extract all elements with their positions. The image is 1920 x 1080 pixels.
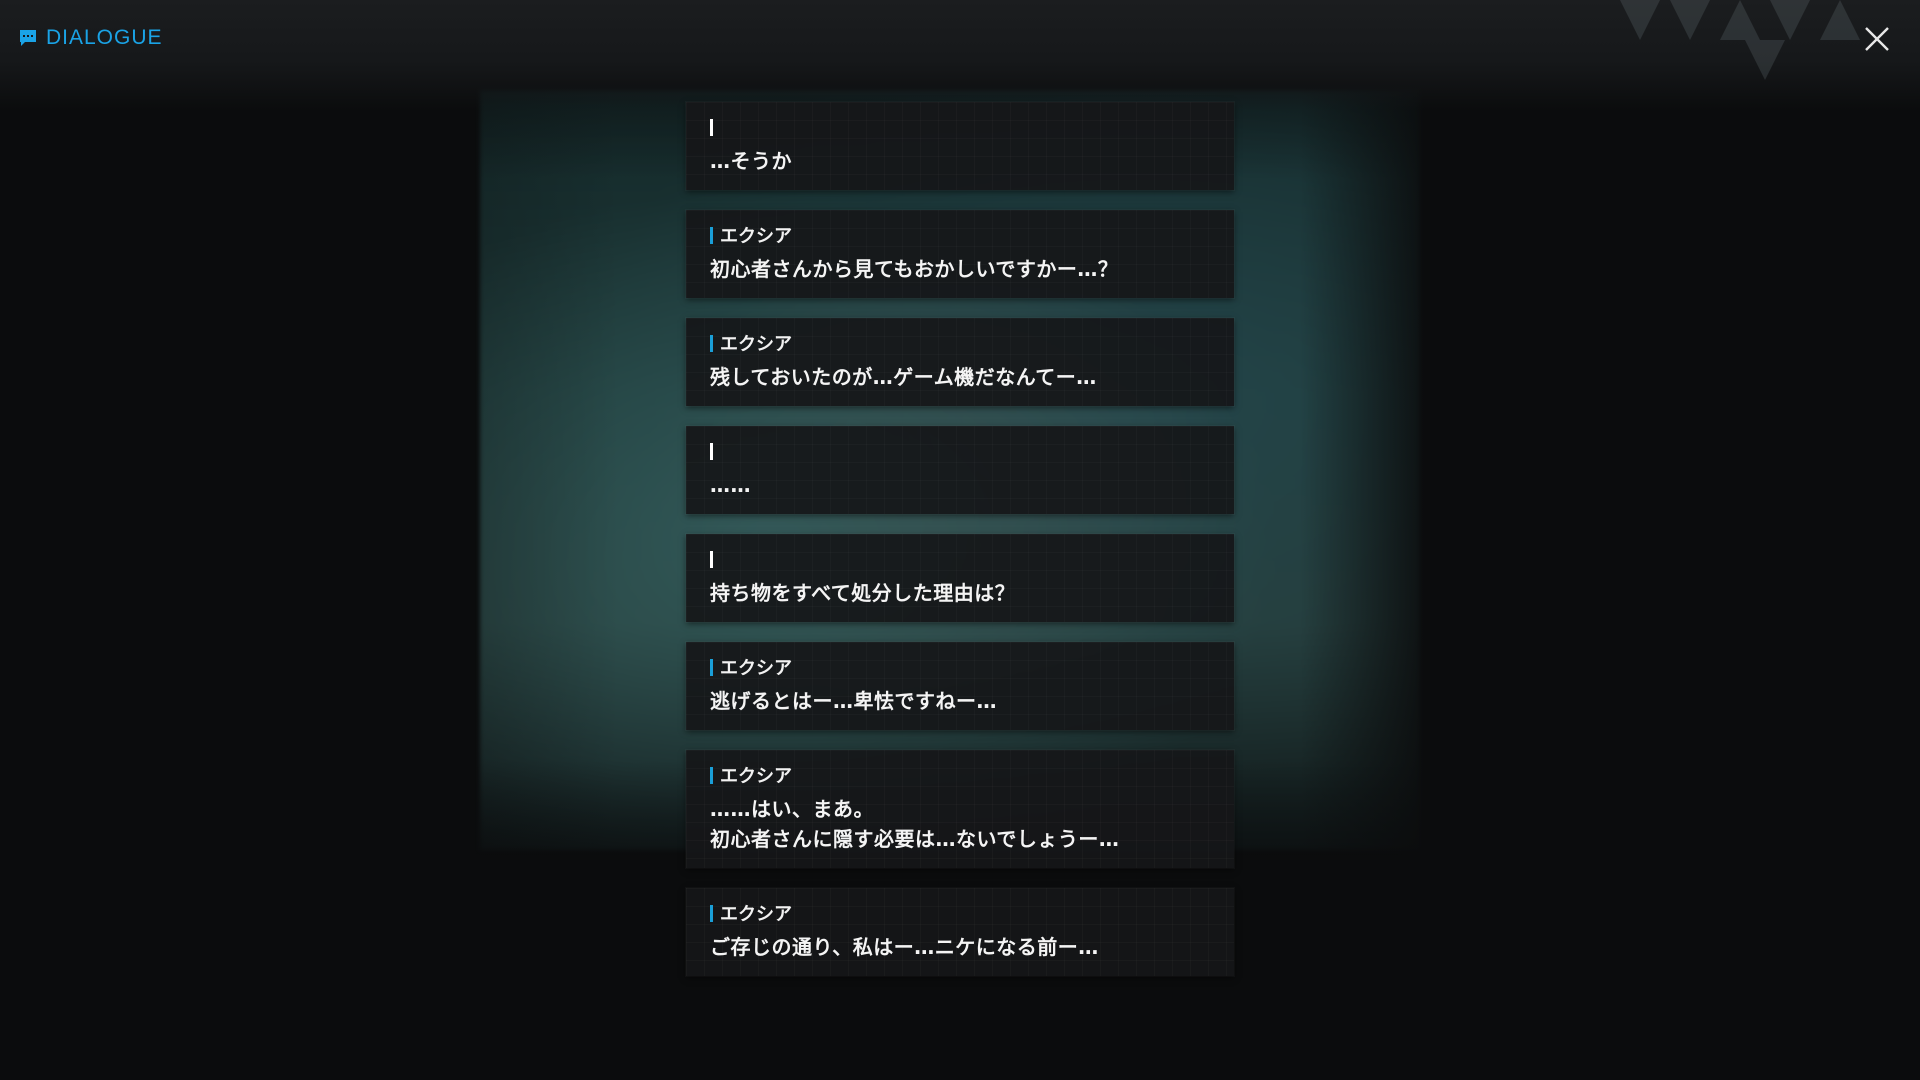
player-marker xyxy=(710,550,713,568)
close-button[interactable] xyxy=(1860,22,1894,56)
dialogue-entry: エクシア ……はい、まあ。 初心者さんに隠す必要は…ないでしょうー… xyxy=(686,750,1234,868)
dialogue-entry: エクシア ご存じの通り、私はー…ニケになる前ー… xyxy=(686,888,1234,976)
dialogue-text: …… xyxy=(710,473,751,497)
speaker-row xyxy=(710,116,1210,138)
dialogue-entry: …… xyxy=(686,426,1234,514)
dialogue-text: …そうか xyxy=(710,149,792,173)
dialogue-entry: エクシア 残しておいたのが…ゲーム機だなんてー… xyxy=(686,318,1234,406)
speaker-row: エクシア xyxy=(710,764,1210,787)
dialogue-text: ご存じの通り、私はー…ニケになる前ー… xyxy=(710,935,1099,959)
dialogue-text: 逃げるとはー…卑怯ですねー… xyxy=(710,689,997,713)
speaker-row: エクシア xyxy=(710,902,1210,925)
dialogue-list[interactable]: …そうか エクシア 初心者さんから見てもおかしいですかー…？ エクシア 残してお… xyxy=(686,102,1234,976)
speaker-row xyxy=(710,440,1210,462)
dialogue-entry: エクシア 逃げるとはー…卑怯ですねー… xyxy=(686,642,1234,730)
speaker-row: エクシア xyxy=(710,656,1210,679)
player-marker xyxy=(710,118,713,136)
close-icon xyxy=(1865,27,1889,51)
dialogue-text: 持ち物をすべて処分した理由は？ xyxy=(710,581,1016,605)
speaker-name: エクシア xyxy=(720,904,792,925)
speaker-name: エクシア xyxy=(720,334,792,355)
dialogue-text: 初心者さんから見てもおかしいですかー…？ xyxy=(710,257,1119,281)
speaker-row xyxy=(710,548,1210,570)
dialogue-entry: 持ち物をすべて処分した理由は？ xyxy=(686,534,1234,622)
speaker-marker xyxy=(710,658,713,676)
player-marker xyxy=(710,442,713,460)
speaker-row: エクシア xyxy=(710,332,1210,355)
page-title: DIALOGUE xyxy=(46,26,163,49)
dialogue-entry: エクシア 初心者さんから見てもおかしいですかー…？ xyxy=(686,210,1234,298)
speaker-name: エクシア xyxy=(720,766,792,787)
decorative-triangles-icon xyxy=(1620,0,1860,80)
speaker-marker xyxy=(710,766,713,784)
speaker-marker xyxy=(710,904,713,922)
top-bar xyxy=(0,0,1920,110)
speaker-marker xyxy=(710,334,713,352)
dialogue-header: DIALOGUE xyxy=(18,26,163,50)
chat-bubble-icon xyxy=(20,30,36,46)
dialogue-log-screen: DIALOGUE …そうか エクシア 初心者さんから見てもおかしいですかー…？ xyxy=(0,0,1920,1080)
speaker-name: エクシア xyxy=(720,658,792,679)
speaker-marker xyxy=(710,226,713,244)
dialogue-entry: …そうか xyxy=(686,102,1234,190)
dialogue-text: 残しておいたのが…ゲーム機だなんてー… xyxy=(710,365,1097,389)
dialogue-text: ……はい、まあ。 初心者さんに隠す必要は…ないでしょうー… xyxy=(710,797,1120,851)
speaker-row: エクシア xyxy=(710,224,1210,247)
speaker-name: エクシア xyxy=(720,226,792,247)
